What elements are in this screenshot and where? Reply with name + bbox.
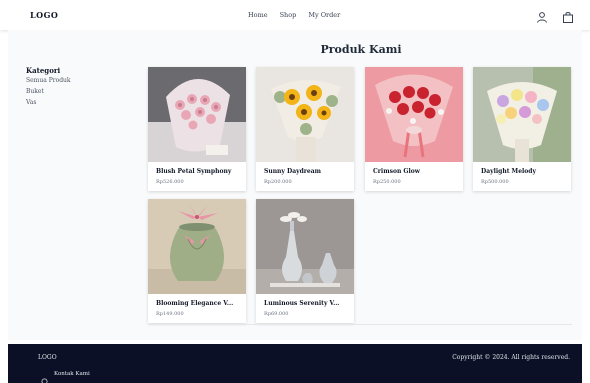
product-image [256, 199, 354, 294]
nav-links: Home Shop My Order [248, 11, 340, 19]
product-name: Daylight Melody [481, 168, 536, 175]
product-image [148, 199, 246, 294]
product-price: Rp526.000 [156, 179, 184, 185]
product-card[interactable]: Sunny Daydream Rp200.000 [256, 67, 354, 191]
footer: LOGO Kontak Kami Copyright © 2024. All r… [8, 344, 582, 383]
category-bouquet[interactable]: Buket [26, 86, 71, 97]
product-name: Sunny Daydream [264, 168, 321, 175]
contact-label: Kontak Kami [54, 370, 90, 377]
whatsapp-icon [41, 370, 48, 383]
product-image [148, 67, 246, 162]
product-image [365, 67, 463, 162]
product-price: Rp149.000 [156, 311, 184, 317]
product-name: Blooming Elegance V... [156, 300, 234, 307]
footer-logo[interactable]: LOGO [38, 354, 57, 361]
category-vase[interactable]: Vas [26, 97, 71, 108]
nav-link-home[interactable]: Home [248, 11, 268, 19]
product-image [473, 67, 571, 162]
product-card[interactable]: Blush Petal Symphony Rp526.000 [148, 67, 246, 191]
user-icon[interactable] [536, 8, 548, 23]
product-card[interactable]: Daylight Melody Rp500.000 [473, 67, 571, 191]
product-image [256, 67, 354, 162]
nav-icons [536, 8, 574, 23]
product-price: Rp250.000 [373, 179, 401, 185]
nav-link-my-order[interactable]: My Order [308, 11, 340, 19]
copyright-text: Copyright © 2024. All rights reserved. [452, 354, 570, 361]
product-price: Rp500.000 [481, 179, 509, 185]
product-card[interactable]: Blooming Elegance V... Rp149.000 [148, 199, 246, 323]
contact-link[interactable]: Kontak Kami [41, 370, 90, 383]
page-title: Produk Kami [320, 43, 402, 56]
divider [148, 324, 572, 325]
logo[interactable]: LOGO [30, 10, 58, 20]
product-name: Crimson Glow [373, 168, 420, 175]
category-heading: Kategori [26, 66, 61, 75]
nav-link-shop[interactable]: Shop [280, 11, 297, 19]
category-sidebar: Kategori Semua Produk Buket Vas [26, 66, 71, 108]
category-all-products[interactable]: Semua Produk [26, 76, 71, 85]
product-name: Blush Petal Symphony [156, 168, 232, 175]
product-card[interactable]: Crimson Glow Rp250.000 [365, 67, 463, 191]
navbar: LOGO Home Shop My Order [0, 0, 590, 30]
product-price: Rp69.000 [264, 311, 289, 317]
product-name: Luminous Serenity V... [264, 300, 340, 307]
product-card[interactable]: Luminous Serenity V... Rp69.000 [256, 199, 354, 323]
shopping-bag-icon[interactable] [562, 8, 574, 23]
product-price: Rp200.000 [264, 179, 292, 185]
